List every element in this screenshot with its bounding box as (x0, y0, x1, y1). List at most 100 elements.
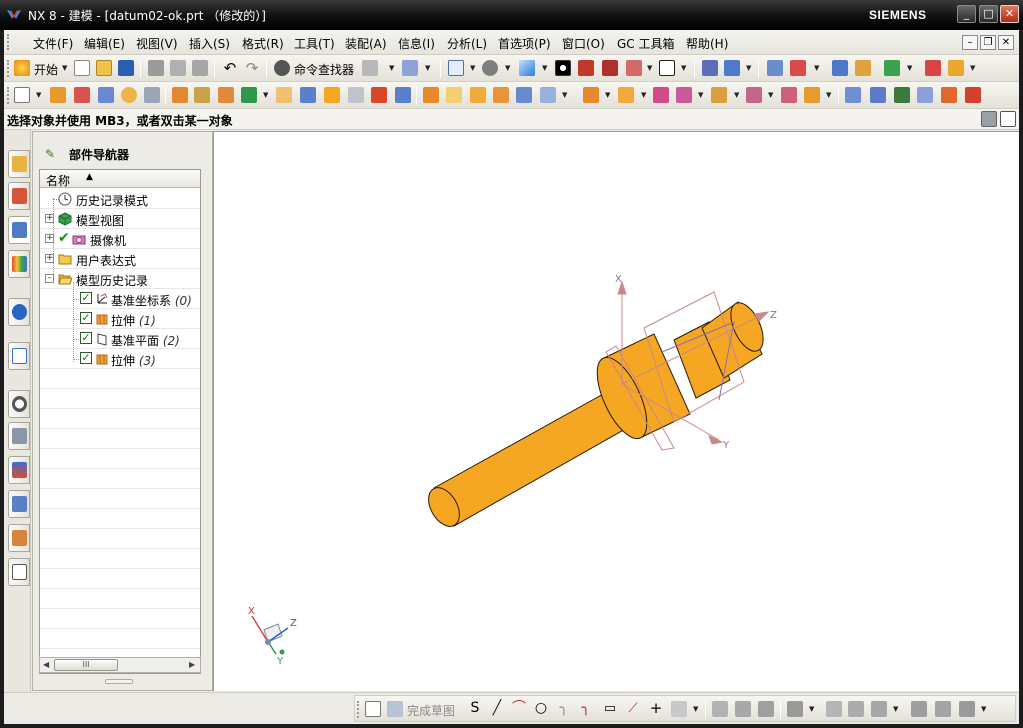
chevron-down-icon[interactable]: ▼ (647, 64, 652, 72)
new-file-icon[interactable] (74, 60, 90, 76)
tree-row-user-expressions[interactable]: + 用户表达式 (40, 249, 200, 269)
view-triad[interactable]: X Z Y (248, 606, 297, 667)
point-icon[interactable]: + (648, 701, 664, 717)
scroll-right-icon[interactable]: ▶ (189, 660, 195, 669)
finish-sketch-button[interactable]: 完成草图 (407, 702, 455, 719)
chamfer-icon[interactable]: ╮ (578, 701, 594, 717)
unite-icon[interactable] (276, 87, 292, 103)
circle-icon[interactable]: ○ (533, 701, 549, 717)
close-button[interactable]: ✕ (1000, 5, 1019, 23)
chevron-down-icon[interactable]: ▼ (562, 91, 567, 99)
quick-extend-icon[interactable] (735, 701, 751, 717)
chevron-down-icon[interactable]: ▼ (470, 64, 475, 72)
visibility-checkbox[interactable]: ✓ (80, 332, 92, 344)
panel-resize-grip[interactable] (105, 679, 133, 684)
block-icon[interactable] (98, 87, 114, 103)
palette-tab[interactable] (8, 558, 30, 586)
constraint-navigator-tab[interactable] (8, 182, 30, 210)
shaded-with-edges-icon[interactable] (555, 60, 571, 76)
process-studio-tab[interactable] (8, 422, 30, 450)
chevron-down-icon[interactable]: ▼ (681, 64, 686, 72)
hidden-edges-icon[interactable] (626, 60, 642, 76)
tree-row-extrude-1[interactable]: ✓ 拉伸 (1) (40, 309, 200, 329)
visibility-checkbox[interactable]: ✓ (80, 312, 92, 324)
wireframe-dark-icon[interactable] (602, 60, 618, 76)
tree-row-datum-csys[interactable]: ✓ 基准坐标系 (0) (40, 289, 200, 309)
chevron-down-icon[interactable]: ▼ (505, 64, 510, 72)
menu-grip[interactable] (7, 34, 10, 50)
analysis-icon[interactable] (832, 60, 848, 76)
repeat-command-icon[interactable] (362, 60, 378, 76)
chevron-down-icon[interactable]: ▼ (814, 64, 819, 72)
geometric-constraint-icon[interactable] (826, 701, 842, 717)
intersect-icon[interactable] (324, 87, 340, 103)
sketch-icon[interactable] (365, 701, 381, 717)
tree-row-cameras[interactable]: + ✔ 摄像机 (40, 229, 200, 249)
resize-face-icon[interactable] (746, 87, 762, 103)
delete-face-icon[interactable] (653, 87, 669, 103)
sketch-icon[interactable] (14, 87, 30, 103)
menu-window[interactable]: 窗口(O) (562, 35, 605, 52)
offset-face-icon[interactable] (395, 87, 411, 103)
menu-preferences[interactable]: 首选项(P) (498, 35, 551, 52)
tree-row-history-mode[interactable]: 历史记录模式 (40, 189, 200, 209)
graphics-viewport[interactable]: X Z Y X Z Y (213, 131, 1019, 691)
chevron-down-icon[interactable]: ▼ (36, 91, 41, 99)
mirror-icon[interactable] (540, 87, 556, 103)
tree-row-model-views[interactable]: + 模型视图 (40, 209, 200, 229)
trim-sheet-icon[interactable] (965, 87, 981, 103)
revolve-icon[interactable] (74, 87, 90, 103)
boss-icon[interactable] (144, 87, 160, 103)
finish-sketch-icon[interactable] (387, 701, 403, 717)
chevron-down-icon[interactable]: ▼ (907, 64, 912, 72)
studio-surface-icon[interactable] (894, 87, 910, 103)
system-materials-tab[interactable] (8, 524, 30, 552)
column-header-name[interactable]: 名称 ▲ (40, 170, 200, 188)
toolbar-grip[interactable] (357, 701, 360, 718)
redo-icon[interactable]: ↷ (244, 60, 260, 76)
fillet-icon[interactable]: ╮ (556, 701, 572, 717)
dimension-icon[interactable] (948, 60, 964, 76)
scroll-thumb[interactable]: III (54, 659, 118, 671)
menu-insert[interactable]: 插入(S) (189, 35, 230, 52)
slot-icon[interactable] (194, 87, 210, 103)
extrude-icon[interactable] (50, 87, 66, 103)
offset-curve-icon[interactable] (671, 701, 687, 717)
menu-help[interactable]: 帮助(H) (686, 35, 728, 52)
reuse-library-tab[interactable] (8, 250, 30, 278)
move-face-icon[interactable] (618, 87, 634, 103)
convert-reference-icon[interactable] (911, 701, 927, 717)
chamfer-icon[interactable] (446, 87, 462, 103)
visibility-checkbox[interactable]: ✓ (80, 352, 92, 364)
chevron-down-icon[interactable]: ▼ (263, 91, 268, 99)
cut-icon[interactable] (148, 60, 164, 76)
quick-trim-icon[interactable] (712, 701, 728, 717)
subtract-icon[interactable] (300, 87, 316, 103)
select-icon[interactable] (402, 60, 418, 76)
hd3d-tools-tab[interactable] (8, 298, 30, 326)
chevron-down-icon[interactable]: ▼ (981, 705, 986, 713)
constraint-icon[interactable] (787, 701, 803, 717)
measure-icon[interactable] (855, 60, 871, 76)
open-folder-icon[interactable] (96, 60, 112, 76)
infer-settings-icon[interactable] (959, 701, 975, 717)
chevron-down-icon[interactable]: ▼ (425, 64, 430, 72)
shaded-icon[interactable] (578, 60, 594, 76)
make-corner-icon[interactable] (758, 701, 774, 717)
selection-filter-icon[interactable] (981, 111, 997, 127)
collapse-icon[interactable]: – (45, 274, 54, 283)
constrain-face-icon[interactable] (781, 87, 797, 103)
model-scene[interactable]: X Z Y X Z Y (214, 132, 1020, 692)
sync-model-icon[interactable] (711, 87, 727, 103)
mdi-restore-button[interactable]: ❐ (980, 35, 996, 50)
chevron-down-icon[interactable]: ▼ (698, 91, 703, 99)
chevron-down-icon[interactable]: ▼ (746, 64, 751, 72)
chevron-down-icon[interactable]: ▼ (693, 705, 698, 713)
rectangle-icon[interactable]: ▭ (602, 701, 618, 717)
orient-view-icon[interactable] (519, 60, 535, 76)
mdi-minimize-button[interactable]: – (962, 35, 978, 50)
pad-icon[interactable] (172, 87, 188, 103)
start-icon[interactable] (14, 60, 30, 76)
background-icon[interactable] (659, 60, 675, 76)
command-finder-button[interactable]: 命令查找器 (294, 61, 354, 78)
